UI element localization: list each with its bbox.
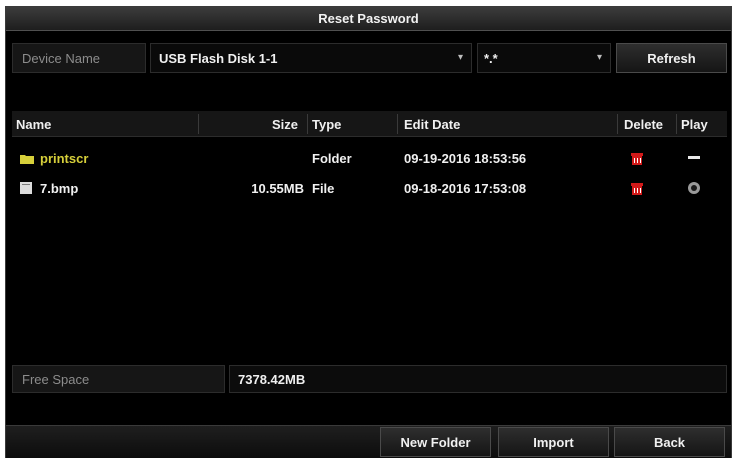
column-header-type[interactable]: Type (312, 111, 341, 137)
file-edit-date: 09-19-2016 18:53:56 (404, 150, 527, 166)
column-header-name[interactable]: Name (16, 111, 51, 137)
file-filter-value: *.* (484, 50, 498, 66)
column-divider (617, 114, 618, 134)
file-name: 7.bmp (40, 180, 79, 196)
column-divider (198, 114, 199, 134)
import-button[interactable]: Import (498, 427, 609, 457)
device-select[interactable]: USB Flash Disk 1-1 ▾ (150, 43, 472, 73)
delete-icon[interactable] (631, 173, 643, 203)
back-button[interactable]: Back (614, 427, 725, 457)
dialog-title: Reset Password (6, 7, 731, 31)
file-size: 10.55MB (251, 180, 304, 196)
file-row-file[interactable]: 7.bmp 10.55MB File 09-18-2016 17:53:08 (12, 173, 727, 203)
column-header-edit-date[interactable]: Edit Date (404, 111, 460, 137)
file-type: File (312, 180, 335, 196)
file-row-folder[interactable]: printscr Folder 09-19-2016 18:53:56 (12, 143, 727, 173)
column-header-delete: Delete (624, 116, 664, 132)
file-edit-date: 09-18-2016 17:53:08 (404, 180, 527, 196)
chevron-down-icon: ▾ (596, 52, 602, 63)
file-type: Folder (312, 150, 352, 166)
play-icon[interactable] (687, 173, 701, 203)
refresh-button[interactable]: Refresh (616, 43, 727, 73)
column-header-size[interactable]: Size (272, 111, 298, 137)
reset-password-dialog: Reset Password Device Name USB Flash Dis… (5, 6, 732, 458)
free-space-label: Free Space (12, 365, 225, 393)
file-filter-select[interactable]: *.* ▾ (477, 43, 611, 73)
device-select-value: USB Flash Disk 1-1 (159, 50, 278, 66)
file-name: printscr (40, 150, 89, 166)
file-icon (20, 173, 32, 203)
device-row: Device Name USB Flash Disk 1-1 ▾ *.* ▾ R… (12, 41, 727, 77)
action-bar: New Folder Import Back (6, 425, 731, 458)
column-header-play: Play (681, 116, 708, 132)
new-folder-button[interactable]: New Folder (380, 427, 491, 457)
column-divider (397, 114, 398, 134)
chevron-down-icon: ▾ (457, 52, 463, 63)
file-size (212, 143, 304, 173)
free-space-value: 7378.42MB (229, 365, 727, 393)
free-space-row: Free Space 7378.42MB (12, 365, 727, 393)
folder-icon (20, 143, 34, 173)
delete-icon[interactable] (631, 143, 643, 173)
device-name-label: Device Name (12, 43, 146, 73)
column-divider (307, 114, 308, 134)
file-list: Name Size Type Edit Date Delete Play pri… (12, 111, 727, 354)
column-divider (676, 114, 677, 134)
file-list-header: Name Size Type Edit Date Delete Play (12, 111, 727, 137)
dash-icon (688, 143, 700, 173)
